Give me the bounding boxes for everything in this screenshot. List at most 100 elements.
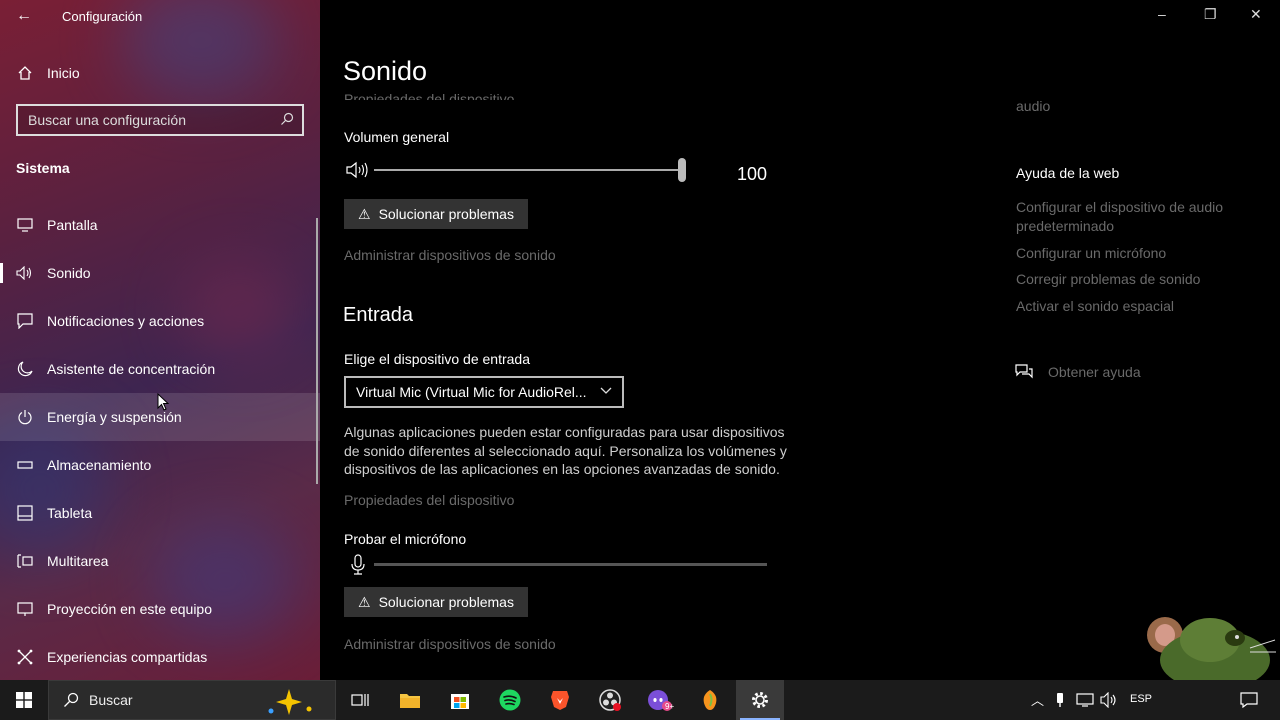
help-link[interactable]: Activar el sonido espacial <box>1016 297 1236 316</box>
sparkle-icon <box>268 689 312 715</box>
mic-level-meter <box>374 563 767 566</box>
manage-input-link[interactable]: Administrar dispositivos de sonido <box>344 636 556 652</box>
action-center-icon[interactable] <box>1240 692 1258 708</box>
settings-taskbar-icon[interactable] <box>736 680 784 720</box>
restore-button[interactable]: ❐ <box>1204 6 1217 23</box>
sidebar-item-tableta[interactable]: Tableta <box>0 489 320 537</box>
output-properties-link[interactable]: Propiedades del dispositivo <box>344 90 514 100</box>
taskbar-search-label: Buscar <box>89 692 133 708</box>
microphone-icon <box>351 554 365 575</box>
speaker-icon <box>16 264 34 282</box>
sidebar-scrollbar[interactable] <box>316 218 318 484</box>
chat-help-icon <box>1015 364 1033 379</box>
rat-mascot-image <box>1147 617 1276 680</box>
sidebar-item-concentracion[interactable]: Asistente de concentración <box>0 345 320 393</box>
sidebar-item-label: Asistente de concentración <box>47 361 216 377</box>
tablet-icon <box>16 504 34 522</box>
close-button[interactable]: ✕ <box>1250 6 1262 23</box>
usb-device-icon[interactable] <box>1055 692 1065 708</box>
settings-window: ← Configuración Inicio Buscar una config… <box>0 0 1280 720</box>
sidebar-item-label: Multitarea <box>47 553 109 569</box>
section-title: Sistema <box>16 160 70 176</box>
choose-input-label: Elige el dispositivo de entrada <box>344 351 531 367</box>
search-icon <box>281 112 294 125</box>
sidebar-item-multitarea[interactable]: Multitarea <box>0 537 320 585</box>
fl-studio-icon[interactable] <box>686 680 734 720</box>
volume-tray-icon[interactable] <box>1100 692 1118 708</box>
display-icon <box>16 216 34 234</box>
input-description: Algunas aplicaciones pueden estar config… <box>344 424 787 477</box>
get-help-link[interactable]: Obtener ayuda <box>1048 364 1141 380</box>
sidebar-item-label: Notificaciones y acciones <box>47 313 205 329</box>
discord-badge: 9+ <box>665 702 675 711</box>
volume-label: Volumen general <box>344 129 450 145</box>
moon-icon <box>16 360 34 378</box>
notification-icon <box>16 312 34 330</box>
speaker-icon[interactable] <box>346 161 370 179</box>
nav-home-label: Inicio <box>47 65 80 81</box>
sidebar-item-label: Almacenamiento <box>47 457 152 473</box>
help-link[interactable]: Configurar el dispositivo de audio prede… <box>1016 198 1236 236</box>
manage-output-link[interactable]: Administrar dispositivos de sonido <box>344 247 556 263</box>
file-explorer-icon[interactable] <box>386 680 434 720</box>
settings-search-input[interactable]: Buscar una configuración <box>16 104 304 136</box>
sidebar-item-label: Sonido <box>47 265 91 281</box>
volume-slider-fill <box>374 169 684 171</box>
storage-icon <box>16 456 34 474</box>
warning-icon: ⚠ <box>358 593 371 610</box>
help-link[interactable]: Corregir problemas de sonido <box>1016 270 1236 289</box>
help-heading: Ayuda de la web <box>1016 165 1120 181</box>
taskbar: Buscar 9+ ︿ ESP <box>0 680 1280 720</box>
sidebar-item-pantalla[interactable]: Pantalla <box>0 201 320 249</box>
chevron-up-icon[interactable]: ︿ <box>1031 690 1044 709</box>
shared-icon <box>16 648 34 666</box>
microsoft-store-icon[interactable] <box>436 680 484 720</box>
related-audio-fragment[interactable]: audio <box>1016 98 1050 114</box>
sidebar: ← Configuración Inicio Buscar una config… <box>0 0 320 680</box>
brave-browser-icon[interactable] <box>536 680 584 720</box>
troubleshoot-input-button[interactable]: ⚠ Solucionar problemas <box>344 587 528 617</box>
task-view-icon[interactable] <box>336 680 384 720</box>
troubleshoot-output-button[interactable]: ⚠ Solucionar problemas <box>344 199 528 229</box>
main-pane <box>320 0 1280 680</box>
obs-studio-icon[interactable] <box>586 680 634 720</box>
sidebar-item-experiencias[interactable]: Experiencias compartidas <box>0 633 320 680</box>
spotify-icon[interactable] <box>486 680 534 720</box>
discord-icon[interactable]: 9+ <box>636 680 684 720</box>
warning-icon: ⚠ <box>358 205 371 222</box>
input-heading: Entrada <box>343 304 414 326</box>
mouse-cursor-icon <box>157 393 170 411</box>
input-device-dropdown[interactable]: Virtual Mic (Virtual Mic for AudioRel... <box>344 376 624 408</box>
windows-start-icon[interactable] <box>0 680 48 720</box>
sidebar-item-almacenamiento[interactable]: Almacenamiento <box>0 441 320 489</box>
chevron-down-icon <box>600 387 612 394</box>
page-title: Sonido <box>343 56 428 86</box>
help-link[interactable]: Configurar un micrófono <box>1016 244 1236 263</box>
selected-indicator <box>0 263 3 283</box>
sidebar-item-label: Proyección en este equipo <box>47 601 212 617</box>
input-properties-link[interactable]: Propiedades del dispositivo <box>344 492 514 508</box>
search-placeholder: Buscar una configuración <box>28 112 186 128</box>
sidebar-item-sonido[interactable]: Sonido <box>0 249 320 297</box>
sidebar-item-notificaciones[interactable]: Notificaciones y acciones <box>0 297 320 345</box>
sidebar-item-energia[interactable]: Energía y suspensión <box>0 393 320 441</box>
network-icon[interactable] <box>1076 692 1094 708</box>
search-icon <box>64 692 79 707</box>
language-indicator[interactable]: ESP <box>1130 693 1152 705</box>
troubleshoot-label: Solucionar problemas <box>378 206 514 222</box>
help-links: Configurar el dispositivo de audio prede… <box>1016 198 1236 316</box>
volume-slider-thumb[interactable] <box>678 158 686 182</box>
minimize-button[interactable]: – <box>1158 6 1166 22</box>
nav-home[interactable]: Inicio <box>0 49 320 97</box>
sidebar-item-label: Pantalla <box>47 217 98 233</box>
sidebar-item-label: Tableta <box>47 505 93 521</box>
back-arrow-icon[interactable]: ← <box>16 7 32 25</box>
input-device-value: Virtual Mic (Virtual Mic for AudioRel... <box>356 384 587 400</box>
troubleshoot-label: Solucionar problemas <box>378 594 514 610</box>
taskbar-search-box[interactable]: Buscar <box>48 680 336 720</box>
multitask-icon <box>16 552 34 570</box>
home-icon <box>16 64 34 82</box>
power-icon <box>16 408 34 426</box>
projection-icon <box>16 600 34 618</box>
sidebar-item-proyeccion[interactable]: Proyección en este equipo <box>0 585 320 633</box>
